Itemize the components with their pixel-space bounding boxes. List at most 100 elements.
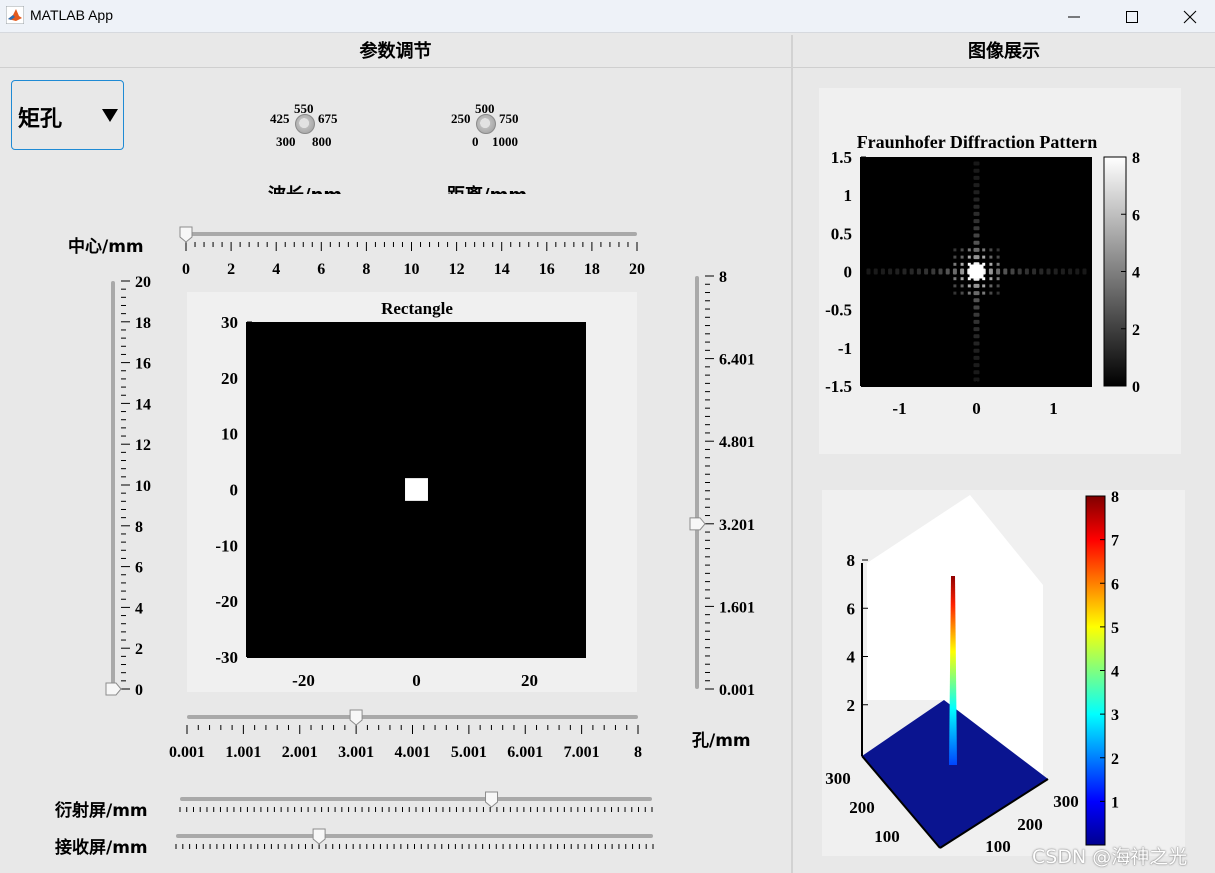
colorbar-tick-label: 8 [1132, 150, 1140, 167]
aperture-plot: Rectangle 30 20 10 0 -10 -20 -30 -20 0 20 [187, 292, 637, 692]
diffraction-fringe [973, 370, 980, 375]
slider-tick-label: 0 [182, 261, 190, 278]
colorbar-tick-label: 4 [1132, 265, 1140, 282]
slider-tick-label: 8 [135, 519, 143, 536]
diffraction-fringe [916, 268, 921, 275]
diffraction-fringe [973, 298, 980, 303]
diffraction-fringe [996, 262, 1000, 266]
diffraction-fringe [973, 233, 980, 238]
diffraction-fringe [960, 255, 964, 259]
slider-track [180, 797, 652, 801]
diffraction-fringe [1003, 268, 1008, 275]
diffraction-fringe [960, 284, 964, 288]
diffraction-fringe [973, 226, 980, 231]
diffraction-fringe [1075, 268, 1080, 275]
surface-colorbar-tick-label: 3 [1111, 707, 1119, 724]
slider-tick-label: 1.601 [719, 599, 755, 616]
diffraction-fringe [1053, 268, 1058, 275]
diffraction-fringe [989, 248, 993, 252]
diffraction-fringe [880, 268, 885, 275]
diffraction-fringe [960, 248, 964, 252]
diffraction-plot-title: Fraunhofer Diffraction Pattern [857, 132, 1098, 152]
slider-track [187, 715, 638, 719]
diffraction-fringe [996, 277, 1000, 281]
diffraction-fringe [973, 341, 980, 346]
diffraction-fringe [982, 291, 986, 295]
surface-ztick-label: 4 [847, 648, 856, 667]
slider-track [186, 232, 637, 236]
diffraction-fringe [982, 255, 986, 259]
surface-xtick-label: 200 [1017, 815, 1043, 834]
diffraction-fringe [982, 284, 986, 288]
diffraction-fringe [924, 268, 929, 275]
slider-track [111, 281, 115, 689]
slider-tick-label: 2 [227, 261, 235, 278]
surface-xtick-label: 300 [1053, 792, 1079, 811]
diffraction-fringe [973, 291, 980, 296]
diffraction-fringe [973, 255, 980, 260]
slider-tick-label: 10 [404, 261, 420, 278]
surface-colorbar-tick-label: 6 [1111, 576, 1119, 593]
diffraction-fringe [973, 327, 980, 332]
receiving-screen-slider[interactable] [175, 828, 654, 849]
diffraction-fringe [973, 377, 980, 382]
surface-colorbar-tick-label: 8 [1111, 489, 1119, 506]
slider-tick-label: 20 [629, 261, 645, 278]
diffraction-fringe [996, 268, 1001, 275]
diffraction-fringe [973, 197, 980, 202]
diffraction-fringe [996, 248, 1000, 252]
diffraction-screen-slider[interactable] [179, 791, 653, 812]
diffraction-fringe [938, 268, 943, 275]
slider-tick-label: 12 [449, 261, 465, 278]
slider-tick-label: 5.001 [451, 744, 487, 761]
slider-tick-label: 14 [135, 396, 151, 413]
diffraction-fringe [973, 204, 980, 209]
diffraction-fringe [953, 248, 957, 252]
surface-plot: 8 6 4 2 300 200 100 100 200 300 8 7 6 5 4 3 2 1 [822, 489, 1185, 856]
surface-colorbar-tick-label: 4 [1111, 664, 1119, 681]
hole-slider[interactable]: 0.001 1.601 3.201 4.801 6.401 8 [689, 269, 755, 699]
diffraction-fringe [967, 284, 971, 288]
diffraction-fringe [1068, 268, 1073, 275]
slider-thumb[interactable] [105, 682, 122, 696]
slider-thumb[interactable] [179, 226, 193, 243]
aperture-xtick-label: 0 [412, 671, 421, 690]
aperture-ytick-label: -10 [215, 536, 238, 555]
aperture-size-slider[interactable]: 0.001 1.001 2.001 3.001 4.001 5.001 6.001 7.001… [169, 709, 642, 761]
diffraction-fringe [953, 284, 957, 288]
diffraction-fringe [1082, 268, 1087, 275]
diffraction-fringe [973, 240, 980, 245]
center-slider[interactable]: 0 2 4 6 8 10 12 14 16 18 20 [179, 226, 645, 278]
slider-thumb[interactable] [485, 791, 499, 808]
colorbar-tick-label: 6 [1132, 207, 1140, 224]
slider-thumb[interactable] [349, 709, 363, 726]
diffraction-fringe [953, 291, 957, 295]
diffraction-fringe [973, 175, 980, 180]
diffraction-ytick-label: 1.5 [831, 148, 852, 167]
diffraction-central-peak [969, 264, 984, 279]
slider-tick-label: 6.001 [507, 744, 543, 761]
diffraction-xtick-label: 1 [1049, 399, 1058, 418]
diffraction-fringe [1017, 268, 1022, 275]
diffraction-fringe [973, 363, 980, 368]
aperture-ytick-label: -30 [215, 648, 238, 667]
diffraction-ytick-label: -0.5 [825, 301, 852, 320]
slider-thumb[interactable] [312, 828, 326, 845]
diffraction-fringe [973, 334, 980, 339]
diffraction-fringe [866, 268, 871, 275]
slider-tick-label: 4 [135, 600, 143, 617]
colorbar-tick-label: 2 [1132, 322, 1140, 339]
diffraction-fringe [973, 168, 980, 173]
diffraction-fringe [960, 262, 964, 266]
aperture-ytick-label: 30 [221, 313, 238, 332]
surface-ztick-label: 2 [847, 696, 856, 715]
left-vertical-slider[interactable]: 0 2 4 6 8 10 12 14 16 18 20 [105, 274, 151, 699]
surface-colorbar-tick-label: 5 [1111, 620, 1119, 637]
slider-tick-label: 4 [272, 261, 280, 278]
aperture-xtick-label: 20 [521, 671, 538, 690]
diffraction-ytick-label: 0 [844, 263, 853, 282]
slider-thumb[interactable] [689, 517, 706, 531]
diffraction-fringe [902, 268, 907, 275]
csdn-watermark: CSDN @海神之光 [1032, 846, 1188, 868]
diffraction-fringe [1024, 268, 1029, 275]
